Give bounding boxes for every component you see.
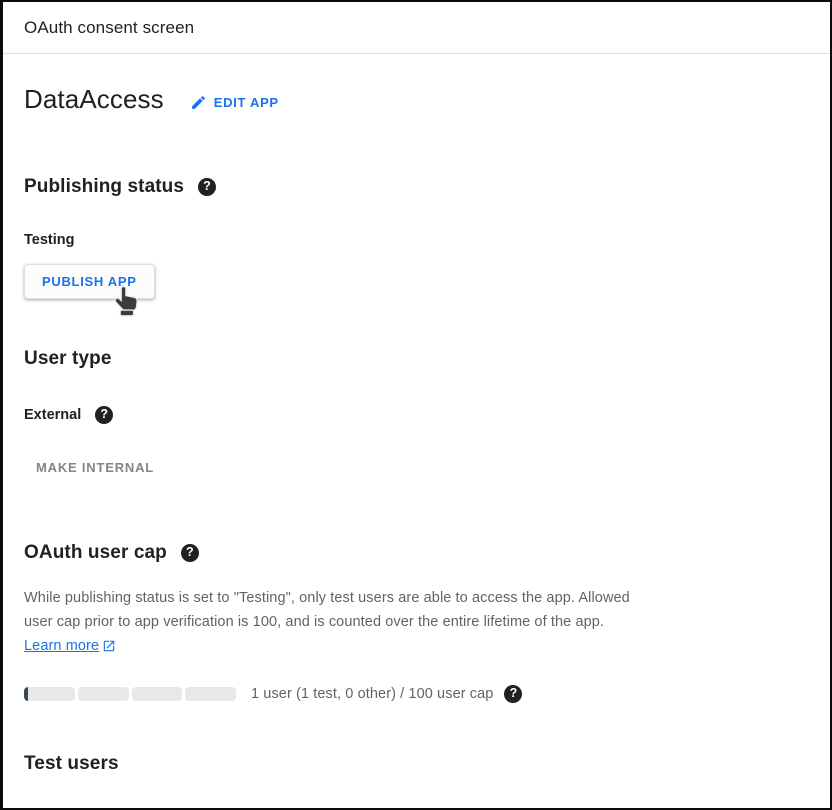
app-title-row: DataAccess EDIT APP xyxy=(24,85,806,114)
user-cap-usage-text: 1 user (1 test, 0 other) / 100 user cap xyxy=(251,686,493,702)
progress-segment xyxy=(24,687,75,701)
learn-more-label: Learn more xyxy=(24,634,99,658)
learn-more-link[interactable]: Learn more xyxy=(24,634,116,658)
progress-segment xyxy=(132,687,183,701)
edit-app-button[interactable]: EDIT APP xyxy=(190,94,279,111)
oauth-user-cap-description: While publishing status is set to "Testi… xyxy=(24,586,642,658)
user-type-heading-row: User type xyxy=(24,348,806,370)
edit-app-label: EDIT APP xyxy=(214,95,279,110)
user-type-help-icon[interactable]: ? xyxy=(95,406,113,424)
page-content: DataAccess EDIT APP Publishing status ? … xyxy=(3,85,830,775)
user-cap-progress-bar xyxy=(24,687,236,701)
user-type-value-row: External ? xyxy=(24,406,806,424)
progress-segment xyxy=(185,687,236,701)
test-users-heading: Test users xyxy=(24,753,806,775)
oauth-user-cap-heading: OAuth user cap xyxy=(24,542,167,564)
progress-segment xyxy=(78,687,129,701)
publish-app-button[interactable]: PUBLISH APP xyxy=(24,264,155,299)
publishing-status-value: Testing xyxy=(24,232,806,248)
user-cap-progress-fill xyxy=(24,687,28,701)
external-link-icon xyxy=(102,639,116,653)
publishing-status-heading: Publishing status xyxy=(24,176,184,198)
user-type-value: External xyxy=(24,407,81,423)
user-cap-help-icon[interactable]: ? xyxy=(504,685,522,703)
oauth-user-cap-heading-row: OAuth user cap ? xyxy=(24,542,806,564)
publishing-status-help-icon[interactable]: ? xyxy=(198,178,216,196)
page-header: OAuth consent screen xyxy=(3,2,830,54)
oauth-user-cap-help-icon[interactable]: ? xyxy=(181,544,199,562)
oauth-user-cap-description-text: While publishing status is set to "Testi… xyxy=(24,590,630,630)
make-internal-button[interactable]: MAKE INTERNAL xyxy=(24,456,166,479)
user-type-heading: User type xyxy=(24,348,112,370)
user-cap-usage-row: 1 user (1 test, 0 other) / 100 user cap … xyxy=(24,685,806,703)
app-name: DataAccess xyxy=(24,85,164,114)
publishing-status-heading-row: Publishing status ? xyxy=(24,176,806,198)
oauth-consent-page: OAuth consent screen DataAccess EDIT APP… xyxy=(0,0,832,810)
page-title: OAuth consent screen xyxy=(24,18,194,38)
edit-pencil-icon xyxy=(190,94,207,111)
